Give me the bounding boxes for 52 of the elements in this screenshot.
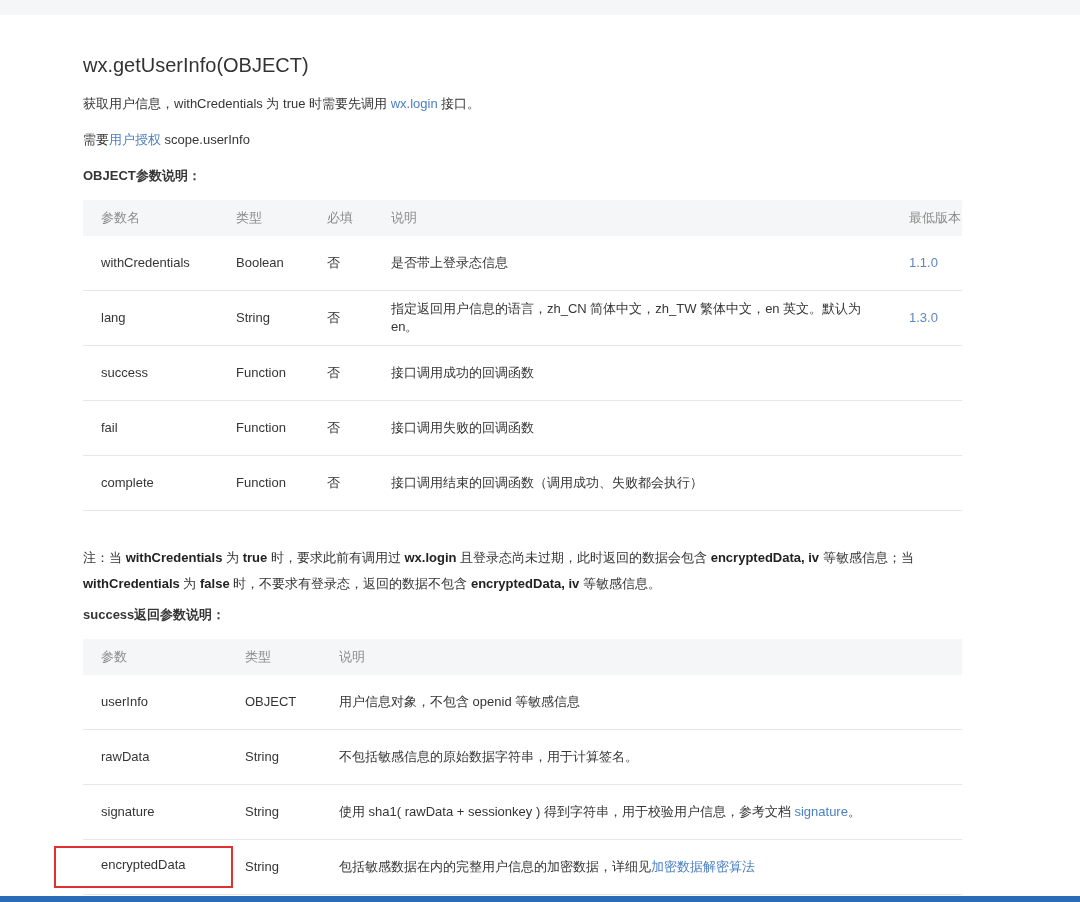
link[interactable]: wx.login bbox=[390, 96, 438, 111]
table-cell: OBJECT bbox=[227, 675, 321, 730]
note-text: 注：当 withCredentials 为 true 时，要求此前有调用过 wx.login 且登录态尚未过期，此时返回的数据会包含 encryptedData, iv 等敏感信息；当 withCredentials 为 false 时，不要求有登录态，返回的数据不包含 encryptedData, iv 等敏感信息。 bbox=[83, 549, 915, 593]
version-link[interactable]: 1.3.0 bbox=[909, 309, 938, 327]
table-cell: 接口调用成功的回调函数 bbox=[373, 346, 891, 401]
table-cell: String bbox=[227, 730, 321, 785]
column-header: 参数 bbox=[83, 639, 227, 675]
table-cell: userInfo bbox=[101, 693, 148, 711]
table-cell: withCredentials bbox=[83, 236, 218, 291]
column-header: 类型 bbox=[218, 200, 309, 236]
table-cell: Function bbox=[218, 346, 309, 401]
table-cell: 用户信息对象，不包含 openid 等敏感信息 bbox=[339, 693, 581, 711]
column-header: 说明 bbox=[373, 200, 891, 236]
table-cell: signature bbox=[101, 803, 155, 821]
table-cell: 否 bbox=[309, 346, 373, 401]
table-cell: String bbox=[218, 291, 309, 346]
version-link[interactable]: 1.1.0 bbox=[909, 254, 938, 272]
column-header: 参数名 bbox=[83, 200, 218, 236]
table-cell: fail bbox=[83, 401, 218, 456]
table-cell: 否 bbox=[309, 456, 373, 511]
link[interactable]: 用户授权 bbox=[109, 132, 161, 147]
table-cell: complete bbox=[83, 456, 218, 511]
highlighted-cell: encryptedData bbox=[54, 846, 233, 888]
table-cell: 是否带上登录态信息 bbox=[373, 236, 891, 291]
column-header: 说明 bbox=[321, 639, 962, 675]
table-cell: 不包括敏感信息的原始数据字符串，用于计算签名。 bbox=[339, 748, 638, 766]
table-cell: Function bbox=[218, 456, 309, 511]
link[interactable]: 加密数据解密算法 bbox=[651, 859, 755, 874]
table-cell: 接口调用失败的回调函数 bbox=[373, 401, 891, 456]
table-cell: rawData bbox=[101, 748, 150, 766]
table-cell: 否 bbox=[309, 401, 373, 456]
table-cell: 使用 sha1( rawData + sessionkey ) 得到字符串，用于校验用户信息，参考文档 signature。 bbox=[339, 803, 861, 821]
table-cell: Boolean bbox=[218, 236, 309, 291]
table-cell: success bbox=[83, 346, 218, 401]
link[interactable]: signature bbox=[794, 804, 848, 819]
description-text: 获取用户信息，withCredentials 为 true 时需要先调用 wx.login 接口。 bbox=[83, 95, 482, 113]
table-cell: String bbox=[227, 785, 321, 840]
table-cell: 包括敏感数据在内的完整用户信息的加密数据，详细见加密数据解密算法 bbox=[339, 858, 755, 876]
section-heading: success返回参数说明： bbox=[83, 606, 227, 624]
table-cell: 接口调用结束的回调函数（调用成功、失败都会执行） bbox=[373, 456, 891, 511]
table-cell: 指定返回用户信息的语言，zh_CN 简体中文，zh_TW 繁体中文，en 英文。默认为en。 bbox=[373, 291, 891, 346]
table-cell: 否 bbox=[309, 236, 373, 291]
section-heading: OBJECT参数说明： bbox=[83, 167, 202, 185]
scope-text: 需要用户授权 scope.userInfo bbox=[83, 131, 251, 149]
column-header: 最低版本 bbox=[891, 200, 962, 236]
table-cell: String bbox=[227, 840, 321, 895]
table-cell: lang bbox=[83, 291, 218, 346]
table-cell: 否 bbox=[309, 291, 373, 346]
column-header: 类型 bbox=[227, 639, 321, 675]
column-header: 必填 bbox=[309, 200, 373, 236]
table-cell: Function bbox=[218, 401, 309, 456]
page-title: wx.getUserInfo(OBJECT) bbox=[83, 53, 310, 78]
